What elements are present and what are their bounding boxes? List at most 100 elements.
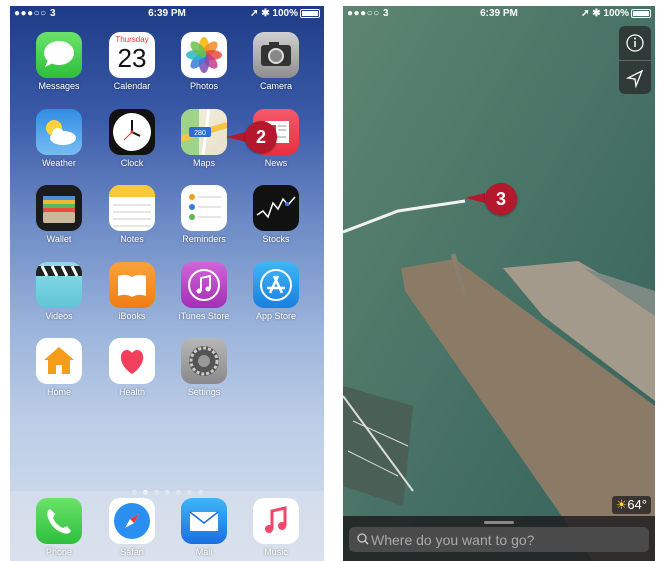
battery-percent: 100% — [272, 8, 298, 19]
ibooks-icon — [109, 262, 155, 308]
search-field[interactable]: Where do you want to go? — [349, 527, 649, 552]
home-app-icon — [36, 338, 82, 384]
app-store-icon — [253, 262, 299, 308]
bluetooth-icon: ✱ — [261, 8, 270, 19]
notes-icon — [109, 185, 155, 231]
app-label: Wallet — [46, 234, 72, 244]
app-label: Clock — [120, 158, 144, 168]
music-note-icon — [253, 498, 299, 544]
step-callout-2: 2 — [245, 121, 277, 153]
drag-handle[interactable] — [484, 521, 514, 524]
tracking-button[interactable] — [619, 61, 651, 95]
app-stocks[interactable]: Stocks — [246, 185, 306, 244]
location-icon: ➚ — [581, 8, 590, 19]
app-itunes-store[interactable]: iTunes Store — [174, 262, 234, 321]
app-label: Safari — [120, 547, 144, 557]
battery-status: ➚ ✱ 100% — [250, 8, 320, 19]
app-settings[interactable]: Settings — [174, 338, 234, 397]
itunes-store-icon — [181, 262, 227, 308]
app-weather[interactable]: Weather — [29, 109, 89, 168]
app-health[interactable]: Health — [102, 338, 162, 397]
satellite-map[interactable] — [343, 6, 655, 561]
info-icon — [626, 34, 644, 52]
battery-icon — [300, 8, 320, 18]
home-screen: ●●●○○ 3 6:39 PM ➚ ✱ 100% Messages Thursd… — [10, 6, 324, 561]
dock: Phone Safari Mail Music — [10, 491, 324, 561]
info-button[interactable] — [619, 26, 651, 61]
app-label: News — [264, 158, 288, 168]
maps-icon-badge: 280 — [194, 130, 206, 137]
callout-pointer — [226, 132, 246, 142]
app-calendar[interactable]: Thursday 23 Calendar — [102, 32, 162, 91]
app-reminders[interactable]: Reminders — [174, 185, 234, 244]
app-label: Mail — [195, 547, 213, 557]
videos-icon — [36, 262, 82, 308]
app-label: Camera — [259, 81, 292, 91]
app-ibooks[interactable]: iBooks — [102, 262, 162, 321]
maps-screen: ●●●○○ 3 6:39 PM ➚ ✱ 100% ☀64° Where do y… — [343, 6, 655, 561]
weather-icon — [36, 109, 82, 155]
wallet-icon — [36, 185, 82, 231]
battery-icon — [631, 8, 651, 18]
status-bar: ●●●○○ 3 6:39 PM ➚ ✱ 100% — [10, 6, 324, 22]
app-home[interactable]: Home — [29, 338, 89, 397]
app-wallet[interactable]: Wallet — [29, 185, 89, 244]
app-mail[interactable]: Mail — [174, 498, 234, 557]
calendar-icon: Thursday 23 — [109, 32, 155, 78]
app-label: Maps — [192, 158, 215, 168]
calendar-day: 23 — [117, 43, 147, 73]
reminders-icon — [181, 185, 227, 231]
stocks-icon — [253, 185, 299, 231]
app-notes[interactable]: Notes — [102, 185, 162, 244]
location-icon: ➚ — [250, 8, 259, 19]
bluetooth-icon: ✱ — [592, 8, 601, 19]
app-clock[interactable]: Clock — [102, 109, 162, 168]
app-label: Videos — [45, 311, 73, 321]
phone-icon — [36, 498, 82, 544]
app-photos[interactable]: Photos — [174, 32, 234, 91]
maps-icon: 280 — [181, 109, 227, 155]
step-callout-3: 3 — [485, 183, 517, 215]
messages-icon — [36, 32, 82, 78]
app-camera[interactable]: Camera — [246, 32, 306, 91]
app-label: Reminders — [182, 234, 226, 244]
search-panel: Where do you want to go? — [343, 516, 655, 561]
app-label: iBooks — [118, 311, 146, 321]
app-label: Messages — [38, 81, 80, 91]
mail-icon — [181, 498, 227, 544]
app-maps[interactable]: 280 Maps — [174, 109, 234, 168]
location-arrow-icon — [625, 69, 644, 89]
marina — [343, 386, 413, 506]
app-label: Weather — [42, 158, 76, 168]
app-label: Photos — [189, 81, 219, 91]
sun-icon: ☀ — [615, 497, 628, 512]
app-messages[interactable]: Messages — [29, 32, 89, 91]
app-label: iTunes Store — [178, 311, 230, 321]
app-label: Calendar — [113, 81, 151, 91]
camera-icon — [253, 32, 299, 78]
safari-compass-icon — [109, 498, 155, 544]
search-placeholder: Where do you want to go? — [371, 532, 535, 548]
app-label: Notes — [120, 234, 144, 244]
app-videos[interactable]: Videos — [29, 262, 89, 321]
battery-percent: 100% — [603, 8, 629, 19]
app-safari[interactable]: Safari — [102, 498, 162, 557]
app-music[interactable]: Music — [246, 498, 306, 557]
health-icon — [109, 338, 155, 384]
app-label: Health — [118, 387, 145, 397]
app-label: Stocks — [262, 234, 290, 244]
map-controls — [619, 26, 651, 94]
app-label: App Store — [255, 311, 297, 321]
app-label: Home — [46, 387, 71, 397]
weather-badge: ☀64° — [611, 496, 651, 514]
app-app-store[interactable]: App Store — [246, 262, 306, 321]
settings-gear-icon — [181, 338, 227, 384]
app-label: Settings — [187, 387, 221, 397]
temperature: 64° — [627, 497, 647, 512]
app-label: Phone — [45, 547, 73, 557]
app-phone[interactable]: Phone — [29, 498, 89, 557]
callout-pointer — [465, 193, 485, 203]
photos-icon — [181, 32, 227, 78]
battery-status: ➚ ✱ 100% — [581, 8, 651, 19]
clock-icon — [109, 109, 155, 155]
